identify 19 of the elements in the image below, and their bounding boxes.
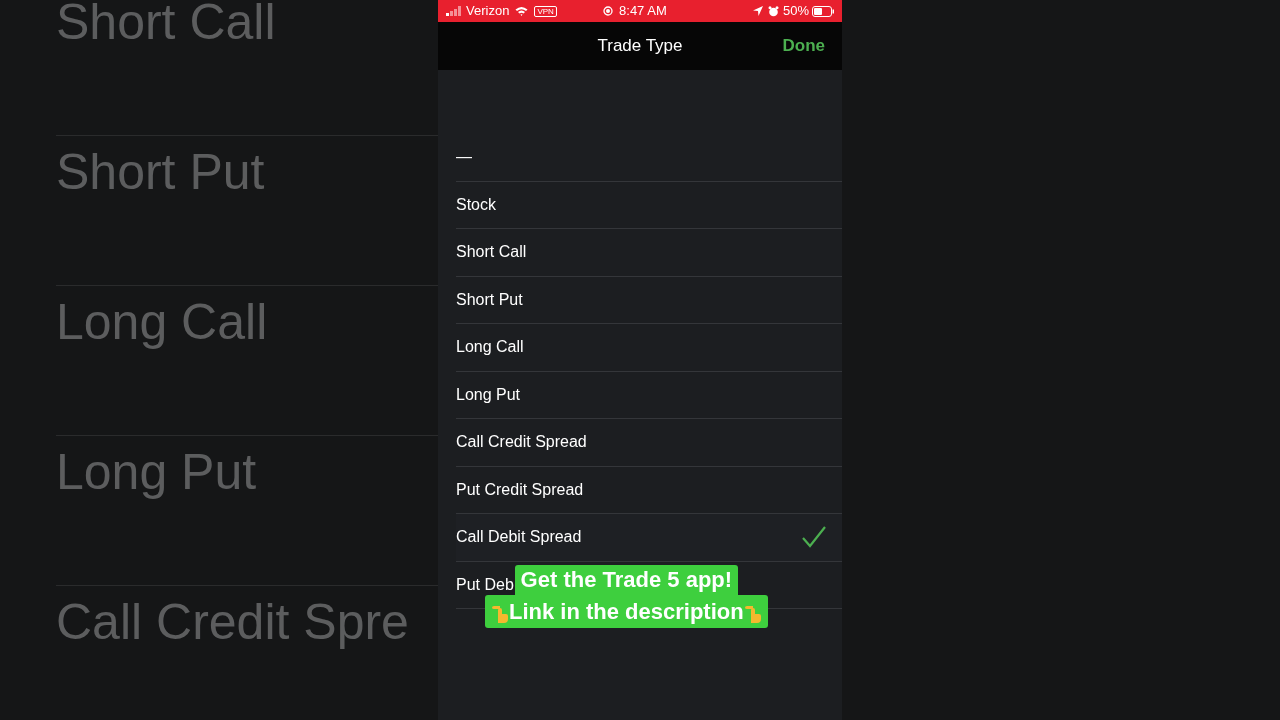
- done-button[interactable]: Done: [782, 33, 825, 59]
- location-icon: [752, 6, 763, 16]
- wifi-icon: [515, 6, 529, 16]
- record-icon: [603, 6, 614, 16]
- battery-icon: [812, 5, 834, 17]
- signal-icon: [446, 6, 462, 16]
- promo-toast: Get the Trade 5 app!: [514, 565, 739, 595]
- alarm-icon: [767, 5, 779, 17]
- background-text: Long Call: [56, 293, 268, 352]
- background-text: Short Put: [56, 143, 265, 202]
- clock-time: 8:47 AM: [619, 2, 667, 21]
- background-text: Short Call: [56, 0, 276, 52]
- checkmark-icon: [802, 526, 826, 549]
- background-text: Long Put: [56, 443, 257, 502]
- background-text: Call Credit Spre: [56, 593, 409, 652]
- carrier-name: Verizon: [466, 2, 510, 21]
- vpn-badge: VPN: [534, 5, 557, 17]
- screen-title: Trade Type: [597, 35, 683, 58]
- battery-percent: 50%: [782, 2, 809, 21]
